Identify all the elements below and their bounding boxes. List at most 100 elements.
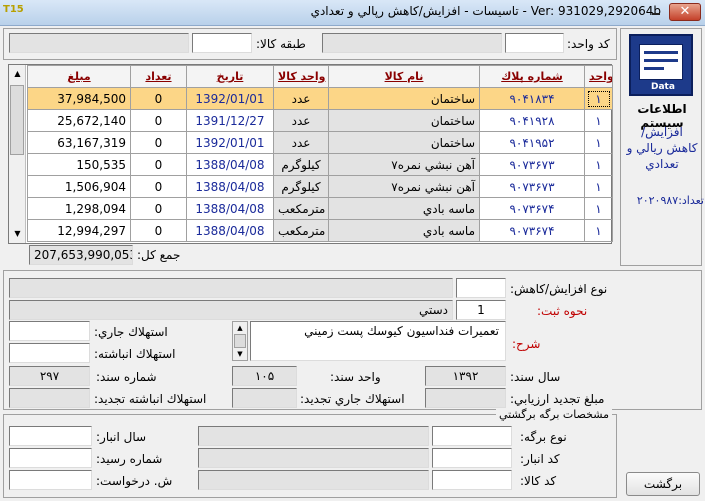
- table-row[interactable]: 150,535 0 1388/04/08 كيلوگرم آهن نبشي نم…: [27, 153, 613, 176]
- cell-name: ماسه بادي: [328, 219, 480, 242]
- cell-amount: 12,994,297: [27, 219, 131, 242]
- return-slip-legend: مشخصات برگه برگشتي: [496, 408, 612, 421]
- table-row[interactable]: 63,167,319 0 1392/01/01 عدد ساختمان ۹۰۴۱…: [27, 131, 613, 154]
- close-button[interactable]: ✕: [669, 3, 701, 21]
- doc-no-field: ۲۹۷: [9, 366, 90, 386]
- warehouse-code-label: كد انبار:: [520, 452, 560, 466]
- scroll-up-arrow-icon[interactable]: ▲: [9, 65, 26, 82]
- reval-accum-dep-field: [9, 388, 90, 408]
- warehouse-year-input[interactable]: [9, 426, 92, 446]
- doc-unit-label: واحد سند:: [330, 370, 381, 384]
- cell-name: ساختمان: [328, 109, 480, 132]
- reval-accum-dep-label: استهلاك انباشته تجديد:: [94, 392, 207, 406]
- total-amount-field: 207,653,990,053: [29, 245, 133, 265]
- reval-amount-field: [425, 388, 506, 408]
- reg-method-name-field: دستي: [9, 300, 453, 320]
- cell-unit: ۱: [584, 153, 613, 176]
- col-header-uom[interactable]: واحد كالا: [273, 65, 329, 88]
- col-header-unit[interactable]: واحد: [584, 65, 613, 88]
- table-row[interactable]: 12,994,297 0 1388/04/08 مترمكعب ماسه باد…: [27, 219, 613, 242]
- cell-qty: 0: [130, 219, 187, 242]
- cell-unit: ۱: [584, 109, 613, 132]
- table-row[interactable]: 37,984,500 0 1392/01/01 عدد ساختمان ۹۰۴۱…: [27, 87, 613, 110]
- data-logo-icon: Data: [629, 34, 693, 96]
- current-dep-input[interactable]: [9, 321, 90, 341]
- title-bar: T15 Ver: 931029,292064b - تاسيسات - افزا…: [0, 0, 705, 26]
- assets-table: مبلغ تعداد تاريخ واحد كالا نام كالا شمار…: [27, 65, 613, 242]
- window-title: Ver: 931029,292064b - تاسيسات - افزايش/ك…: [310, 4, 661, 18]
- table-row[interactable]: 1,298,094 0 1388/04/08 مترمكعب ماسه بادي…: [27, 197, 613, 220]
- return-button[interactable]: برگشت: [626, 472, 700, 496]
- cell-uom: عدد: [273, 131, 329, 154]
- cell-uom: كيلوگرم: [273, 175, 329, 198]
- cell-amount: 37,984,500: [27, 87, 131, 110]
- cell-uom: عدد: [273, 109, 329, 132]
- reval-current-dep-label: استهلاك جاري تجديد:: [300, 392, 405, 406]
- desc-scroll-up-icon[interactable]: ▲: [233, 322, 247, 334]
- accum-dep-label: استهلاك انباشته:: [94, 347, 176, 361]
- col-header-plate[interactable]: شماره پلاك: [479, 65, 585, 88]
- col-header-qty[interactable]: تعداد: [130, 65, 187, 88]
- cell-date: 1392/01/01: [186, 131, 274, 154]
- cell-qty: 0: [130, 197, 187, 220]
- unit-code-label: كد واحد:: [567, 37, 610, 51]
- total-label: جمع كل:: [137, 248, 181, 262]
- cell-qty: 0: [130, 87, 187, 110]
- scroll-thumb[interactable]: [10, 85, 24, 155]
- cell-date: 1388/04/08: [186, 175, 274, 198]
- col-header-date[interactable]: تاريخ: [186, 65, 274, 88]
- unit-code-input[interactable]: [505, 33, 564, 53]
- change-type-input[interactable]: [456, 278, 506, 298]
- change-type-label: نوع افزايش/كاهش:: [510, 282, 608, 296]
- cell-date: 1388/04/08: [186, 153, 274, 176]
- slip-type-input[interactable]: [432, 426, 512, 446]
- col-header-amount[interactable]: مبلغ: [27, 65, 131, 88]
- description-textarea[interactable]: تعميرات فنداسيون كيوسك پست زميني: [250, 321, 506, 361]
- record-count-value: ۲۰۲۰۹۸۷: [636, 194, 679, 207]
- cell-date: 1391/12/27: [186, 109, 274, 132]
- accum-dep-input[interactable]: [9, 343, 90, 363]
- goods-class-label: طبقه كالا:: [256, 37, 306, 51]
- cell-qty: 0: [130, 109, 187, 132]
- receipt-no-input[interactable]: [9, 448, 92, 468]
- description-label: شرح:: [512, 337, 541, 351]
- grid-vertical-scrollbar[interactable]: ▲ ▼: [9, 65, 26, 243]
- cell-name: ساختمان: [328, 131, 480, 154]
- reg-method-input[interactable]: 1: [456, 300, 506, 320]
- reval-current-dep-field: [232, 388, 297, 408]
- cell-plate: ۹۰۴۱۹۵۲: [479, 131, 585, 154]
- minimize-button[interactable]: [649, 7, 663, 17]
- slip-type-label: نوع برگه:: [520, 430, 567, 444]
- record-count-label: تعداد:: [678, 194, 704, 207]
- request-no-input[interactable]: [9, 470, 92, 490]
- goods-code-input[interactable]: [432, 470, 512, 490]
- cell-amount: 1,298,094: [27, 197, 131, 220]
- goods-class-input[interactable]: [192, 33, 252, 53]
- warehouse-code-input[interactable]: [432, 448, 512, 468]
- app-icon: T15: [3, 4, 24, 15]
- cell-amount: 150,535: [27, 153, 131, 176]
- change-type-name-field: [9, 278, 453, 298]
- cell-amount: 1,506,904: [27, 175, 131, 198]
- table-row[interactable]: 1,506,904 0 1388/04/08 كيلوگرم آهن نبشي …: [27, 175, 613, 198]
- cell-date: 1388/04/08: [186, 197, 274, 220]
- cell-plate: ۹۰۷۳۶۷۴: [479, 197, 585, 220]
- description-scrollbar[interactable]: ▲ ▼: [232, 321, 248, 361]
- cell-unit: ۱: [584, 219, 613, 242]
- unit-name-field: [322, 33, 502, 53]
- warehouse-name-field: [198, 448, 429, 468]
- cell-amount: 63,167,319: [27, 131, 131, 154]
- col-header-name[interactable]: نام كالا: [328, 65, 480, 88]
- desc-scroll-down-icon[interactable]: ▼: [233, 348, 247, 360]
- cell-plate: ۹۰۷۳۶۷۴: [479, 219, 585, 242]
- system-info-subtitle: افزايش/ كاهش ريالي و تعدادي: [626, 125, 698, 171]
- doc-year-label: سال سند:: [510, 370, 561, 384]
- table-row[interactable]: 25,672,140 0 1391/12/27 عدد ساختمان ۹۰۴۱…: [27, 109, 613, 132]
- cell-unit: ۱: [584, 87, 613, 110]
- scroll-down-arrow-icon[interactable]: ▼: [9, 225, 26, 242]
- cell-plate: ۹۰۴۱۹۲۸: [479, 109, 585, 132]
- cell-date: 1388/04/08: [186, 219, 274, 242]
- assets-grid[interactable]: ▲ ▼ مبلغ تعداد تاريخ واحد كالا نام كالا …: [8, 64, 613, 244]
- cell-qty: 0: [130, 153, 187, 176]
- cell-plate: ۹۰۷۳۶۷۳: [479, 153, 585, 176]
